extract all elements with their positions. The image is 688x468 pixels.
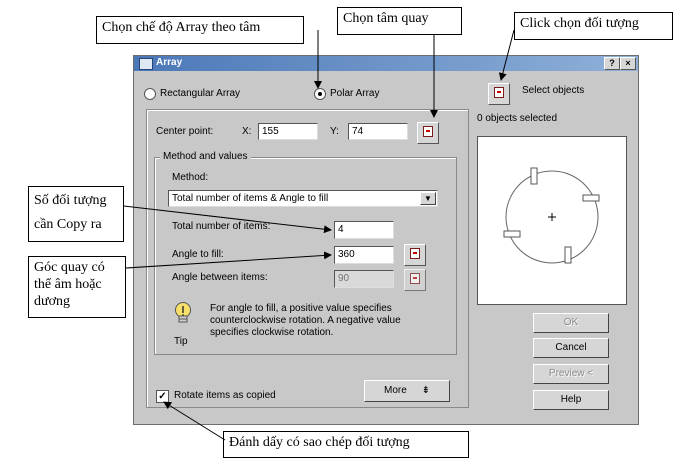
annotation-arrows: [123, 29, 515, 441]
